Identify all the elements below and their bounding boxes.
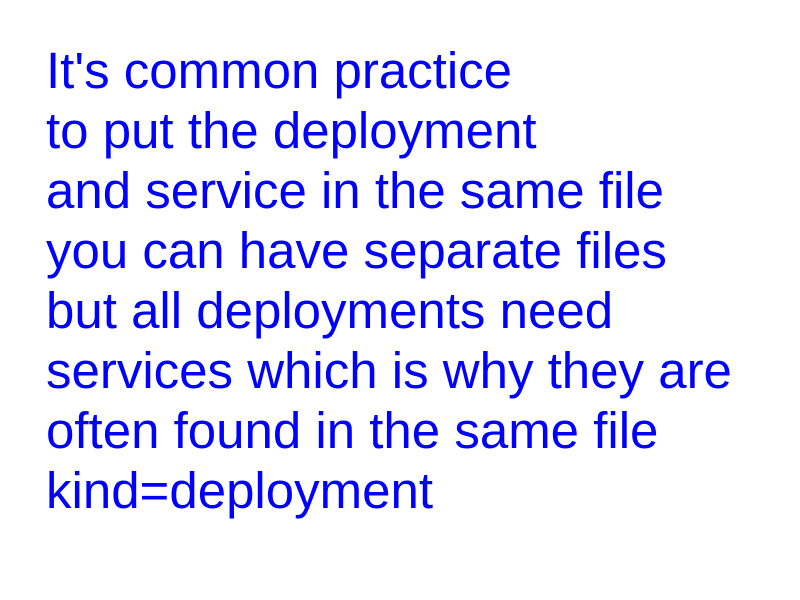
text-line: and service in the same file bbox=[46, 162, 664, 219]
text-line: services which is why they are bbox=[46, 342, 732, 399]
text-line: but all deployments need bbox=[46, 282, 614, 339]
text-line: kind=deployment bbox=[46, 462, 434, 519]
text-line: often found in the same file bbox=[46, 402, 659, 459]
slide-text: It's common practice to put the deployme… bbox=[46, 41, 732, 521]
text-line: to put the deployment bbox=[46, 102, 537, 159]
text-line: It's common practice bbox=[46, 42, 513, 99]
text-line: you can have separate files bbox=[46, 222, 667, 279]
